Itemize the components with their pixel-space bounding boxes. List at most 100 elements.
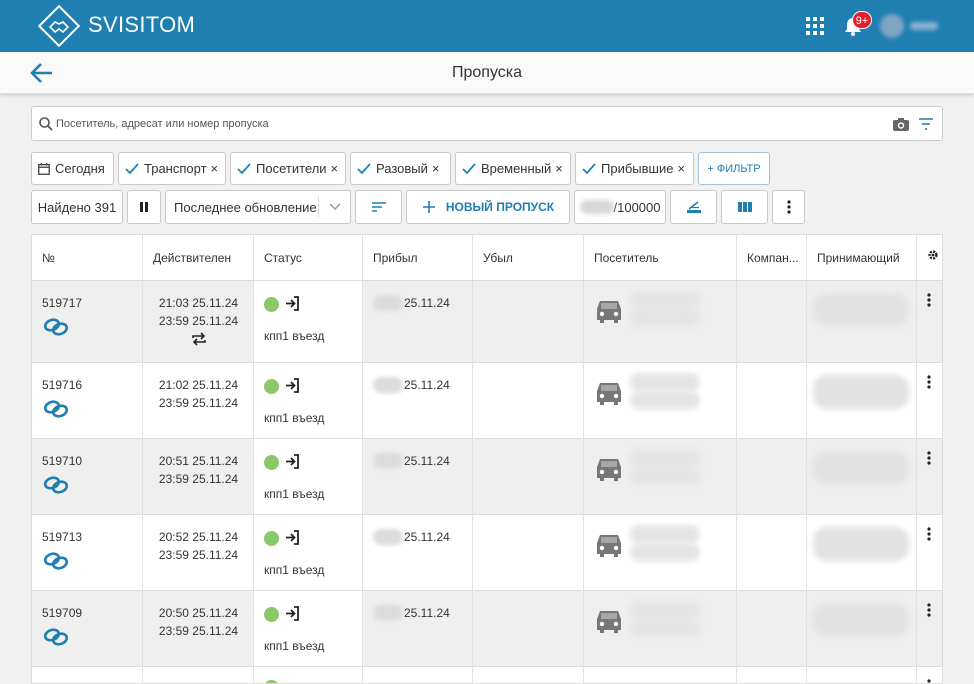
table-settings-button[interactable] bbox=[917, 235, 942, 281]
column-header[interactable]: Статус bbox=[254, 235, 363, 281]
link-icon[interactable] bbox=[42, 317, 70, 337]
sort-icon bbox=[371, 202, 386, 212]
column-header[interactable]: Посетитель bbox=[584, 235, 737, 281]
chip-close-icon[interactable]: × bbox=[432, 161, 440, 176]
table-row[interactable]: 519716 21:02 25.11.24 23:59 25.11.24 кпп… bbox=[32, 363, 942, 439]
search-input[interactable] bbox=[56, 114, 856, 134]
status-dot bbox=[264, 531, 279, 546]
cell-status bbox=[254, 667, 363, 683]
chip-arrived[interactable]: Прибывшие × bbox=[575, 152, 694, 185]
column-header[interactable]: Убыл bbox=[473, 235, 584, 281]
kebab-menu-icon[interactable] bbox=[927, 527, 931, 541]
column-header[interactable]: Принимающий bbox=[807, 235, 917, 281]
enter-icon bbox=[286, 530, 299, 545]
visitor-blurred bbox=[630, 373, 700, 391]
kebab-menu-icon[interactable] bbox=[927, 679, 931, 684]
visitor-blurred bbox=[630, 525, 700, 543]
car-icon bbox=[597, 611, 621, 633]
cell-valid: 20:51 25.11.24 23:59 25.11.24 bbox=[143, 439, 254, 514]
check-icon bbox=[462, 162, 476, 174]
cell-arrived: 25.11.24 bbox=[363, 439, 473, 514]
visitor-blurred bbox=[630, 291, 700, 309]
column-header[interactable]: Компан... bbox=[737, 235, 807, 281]
checkpoint-label: кпп1 въезд bbox=[264, 487, 325, 501]
pause-button[interactable] bbox=[127, 190, 161, 224]
refresh-mode-select[interactable]: Последнее обновление bbox=[165, 190, 351, 224]
cell-actions bbox=[917, 281, 942, 362]
add-filter-button[interactable]: + ФИЛЬТР bbox=[698, 152, 770, 185]
cell-valid: 21:02 25.11.24 23:59 25.11.24 bbox=[143, 363, 254, 438]
link-icon[interactable] bbox=[42, 475, 70, 495]
link-icon[interactable] bbox=[42, 399, 70, 419]
user-menu[interactable] bbox=[880, 14, 938, 38]
more-options-button[interactable] bbox=[772, 190, 805, 224]
visitor-blurred bbox=[630, 391, 700, 409]
checkpoint-label: кпп1 въезд bbox=[264, 639, 325, 653]
status-dot bbox=[264, 455, 279, 470]
cell-number: 519717 bbox=[32, 281, 143, 362]
columns-button[interactable] bbox=[721, 190, 768, 224]
host-blurred bbox=[813, 293, 909, 327]
cell-number: 519713 bbox=[32, 515, 143, 590]
chip-temporary[interactable]: Временный × bbox=[455, 152, 571, 185]
new-pass-button[interactable]: НОВЫЙ ПРОПУСК bbox=[406, 190, 570, 224]
table-row[interactable]: 519710 20:51 25.11.24 23:59 25.11.24 кпп… bbox=[32, 439, 942, 515]
cell-actions bbox=[917, 515, 942, 590]
valid-to: 23:59 25.11.24 bbox=[158, 472, 239, 486]
sort-button[interactable] bbox=[355, 190, 402, 224]
car-icon bbox=[597, 383, 621, 405]
kebab-menu-icon[interactable] bbox=[927, 293, 931, 307]
chip-label: Временный bbox=[481, 161, 552, 176]
table-row[interactable]: 519717 21:03 25.11.24 23:59 25.11.24 кпп… bbox=[32, 281, 942, 363]
chip-close-icon[interactable]: × bbox=[555, 161, 563, 176]
cell-number bbox=[32, 667, 143, 683]
counter-total: /100000 bbox=[613, 199, 661, 215]
cell-status: кпп1 въезд bbox=[254, 363, 363, 438]
cell-status: кпп1 въезд bbox=[254, 281, 363, 362]
arrived-date: 25.11.24 bbox=[404, 606, 450, 620]
page-title: Пропуска bbox=[451, 64, 523, 81]
chip-close-icon[interactable]: × bbox=[677, 161, 685, 176]
cell-arrived: 25.11.24 bbox=[363, 363, 473, 438]
page-header: Пропуска bbox=[0, 52, 974, 94]
check-icon bbox=[237, 162, 251, 174]
column-header[interactable]: Действителен bbox=[143, 235, 254, 281]
arrived-time-blurred bbox=[373, 377, 403, 393]
table-row[interactable] bbox=[32, 667, 942, 684]
user-name bbox=[910, 22, 938, 30]
chip-label: Посетители bbox=[256, 161, 327, 176]
cell-arrived: 25.11.24 bbox=[363, 591, 473, 666]
cell-left bbox=[473, 515, 584, 590]
chip-visitors[interactable]: Посетители × bbox=[230, 152, 346, 185]
filter-lines-icon[interactable] bbox=[918, 117, 934, 131]
enter-icon bbox=[286, 606, 299, 621]
brand-name: SVISITOM bbox=[88, 12, 196, 37]
chip-close-icon[interactable]: × bbox=[331, 161, 339, 176]
host-blurred bbox=[813, 603, 909, 637]
valid-from: 20:52 25.11.24 bbox=[158, 530, 239, 544]
chip-close-icon[interactable]: × bbox=[211, 161, 219, 176]
kebab-menu-icon[interactable] bbox=[927, 603, 931, 617]
cell-visitor bbox=[584, 667, 737, 683]
scanner-button[interactable] bbox=[670, 190, 717, 224]
chip-transport[interactable]: Транспорт × bbox=[118, 152, 226, 185]
scanner-icon bbox=[686, 201, 701, 213]
status-dot bbox=[264, 379, 279, 394]
link-icon[interactable] bbox=[42, 627, 70, 647]
apps-grid-icon[interactable] bbox=[806, 17, 824, 35]
enter-icon bbox=[286, 454, 299, 469]
column-header[interactable]: Прибыл bbox=[363, 235, 473, 281]
table-row[interactable]: 519709 20:50 25.11.24 23:59 25.11.24 кпп… bbox=[32, 591, 942, 667]
kebab-menu-icon[interactable] bbox=[927, 375, 931, 389]
camera-icon[interactable] bbox=[892, 116, 910, 132]
table-row[interactable]: 519713 20:52 25.11.24 23:59 25.11.24 кпп… bbox=[32, 515, 942, 591]
kebab-menu-icon[interactable] bbox=[927, 451, 931, 465]
column-header[interactable]: № bbox=[32, 235, 143, 281]
passes-table: № Действителен Статус Прибыл Убыл Посети… bbox=[31, 234, 943, 684]
cell-arrived: 25.11.24 bbox=[363, 281, 473, 362]
pass-number: 519709 bbox=[42, 606, 83, 620]
chip-label: Транспорт bbox=[144, 161, 207, 176]
chip-today[interactable]: Сегодня bbox=[31, 152, 114, 185]
link-icon[interactable] bbox=[42, 551, 70, 571]
chip-one-time[interactable]: Разовый × bbox=[350, 152, 451, 185]
